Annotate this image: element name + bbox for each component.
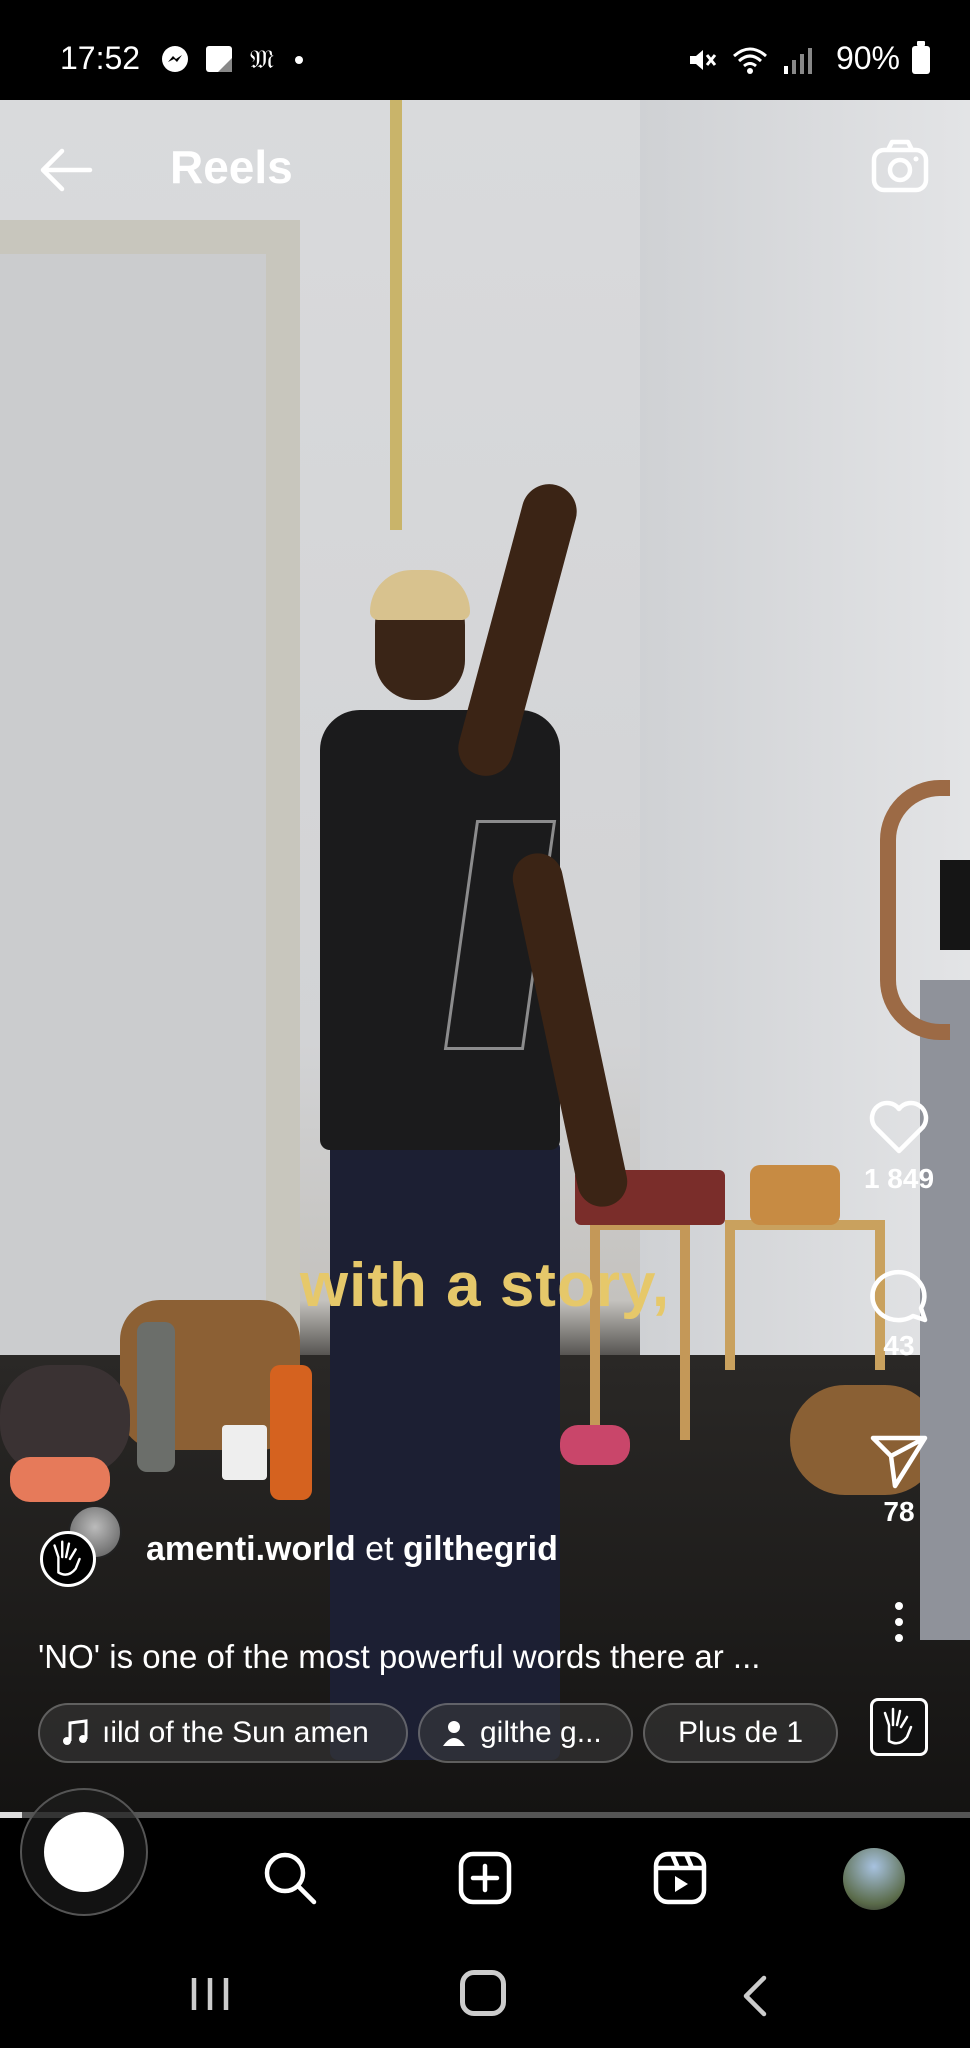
music-chip[interactable]: ıild of the Sun amen	[38, 1703, 408, 1763]
video-scene-pipe	[390, 100, 402, 530]
wifi-icon	[733, 47, 767, 74]
system-nav-bar	[0, 1938, 970, 2048]
share-count: 78	[883, 1496, 915, 1527]
like-count: 1 849	[863, 1163, 935, 1194]
video-scene-cloth	[10, 1457, 110, 1502]
hand-logo-icon	[53, 1540, 81, 1576]
status-right-icons	[686, 44, 812, 76]
status-left-icons: 𝔐	[160, 44, 306, 74]
music-note-icon	[63, 1719, 88, 1745]
battery-icon	[912, 41, 930, 74]
hand-logo-icon	[883, 1707, 913, 1745]
music-chip-label: ıild of the Sun amen	[102, 1716, 369, 1749]
home-icon[interactable]	[20, 1788, 148, 1916]
tagged-user-chip[interactable]: gilthe g...	[418, 1703, 633, 1763]
avatar[interactable]	[40, 1531, 96, 1587]
author-connector: et	[365, 1530, 394, 1568]
more-chip[interactable]: Plus de 1	[643, 1703, 838, 1763]
audio-thumbnail[interactable]	[870, 1698, 928, 1756]
video-caption-overlay: with a story,	[299, 1251, 671, 1320]
more-chip-label: Plus de 1	[677, 1716, 804, 1749]
more-options-icon[interactable]	[884, 1600, 914, 1644]
system-back-icon[interactable]	[740, 1974, 770, 2018]
video-scene-door	[0, 220, 300, 1370]
svg-text:𝔐: 𝔐	[250, 45, 274, 74]
reels-icon[interactable]	[650, 1848, 710, 1908]
status-bar: 17:52 𝔐 90%	[0, 0, 970, 100]
person-icon	[443, 1721, 465, 1746]
author-avatars[interactable]	[40, 1505, 130, 1587]
signal-icon	[784, 48, 812, 74]
video-scene-bottle	[270, 1365, 312, 1500]
mute-icon	[690, 50, 717, 70]
heart-icon[interactable]	[867, 1095, 931, 1159]
page-title: Reels	[170, 141, 293, 193]
comment-icon[interactable]	[867, 1262, 931, 1326]
battery-percent: 90%	[835, 40, 900, 76]
share-action[interactable]: 78	[839, 1428, 959, 1528]
author-username[interactable]: amenti.world	[146, 1530, 356, 1568]
back-arrow-icon[interactable]	[38, 145, 94, 195]
video-scene-dancer	[320, 477, 632, 1760]
messenger-icon	[162, 46, 188, 72]
video-scene-mug	[222, 1425, 267, 1480]
system-home-icon[interactable]	[460, 1970, 506, 2016]
camera-icon[interactable]	[870, 138, 930, 194]
collaborator-username[interactable]: gilthegrid	[403, 1530, 558, 1568]
profile-avatar[interactable]	[843, 1848, 905, 1910]
notes-icon	[206, 46, 232, 72]
reel-description[interactable]: 'NO' is one of the most powerful words t…	[38, 1638, 838, 1676]
recent-apps-icon[interactable]	[188, 1974, 232, 2014]
create-icon[interactable]	[455, 1848, 515, 1908]
video-scene-bottle	[137, 1322, 175, 1472]
like-action[interactable]: 1 849	[839, 1095, 959, 1195]
comment-count: 43	[883, 1330, 915, 1361]
author-line: amenti.world et gilthegrid	[146, 1530, 558, 1569]
status-time: 17:52	[60, 40, 141, 76]
tagged-user-label: gilthe g...	[480, 1716, 602, 1749]
video-scene-basket	[750, 1165, 840, 1225]
send-icon[interactable]	[867, 1428, 931, 1492]
comment-action[interactable]: 43	[839, 1262, 959, 1362]
dot-icon	[295, 56, 303, 64]
search-icon[interactable]	[260, 1848, 320, 1908]
bottom-nav	[0, 1788, 970, 1938]
m-app-icon: 𝔐	[250, 45, 274, 74]
